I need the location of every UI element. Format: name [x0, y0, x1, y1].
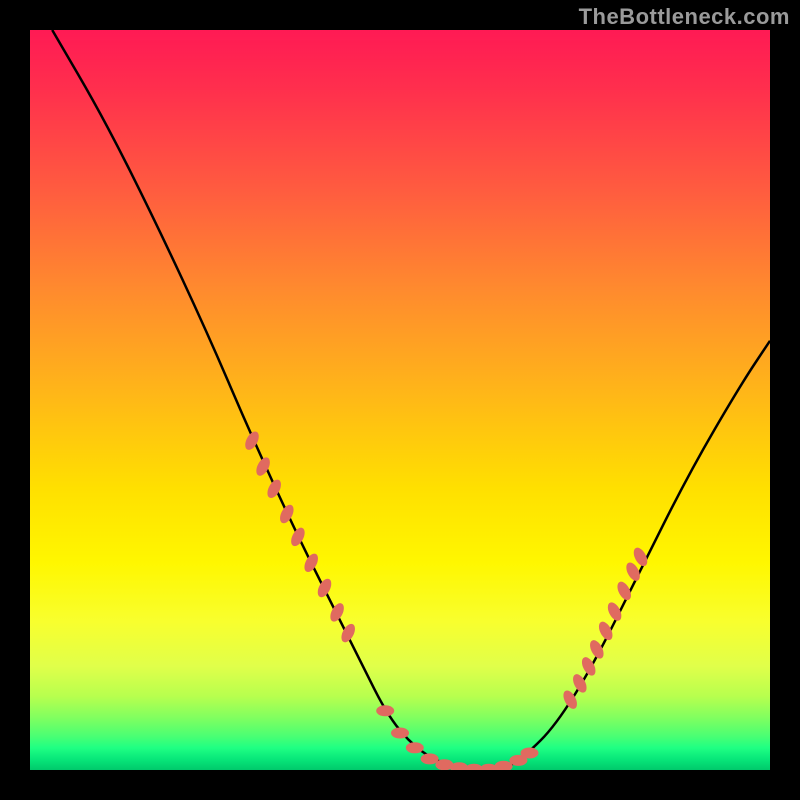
marker-dot [406, 742, 424, 753]
marker-dot [302, 551, 321, 574]
marker-dot [328, 601, 347, 624]
marker-dot [315, 577, 334, 600]
chart-stage: TheBottleneck.com [0, 0, 800, 800]
watermark-text: TheBottleneck.com [579, 4, 790, 30]
marker-dot [277, 503, 296, 526]
marker-dot [376, 705, 394, 716]
curve-svg [30, 30, 770, 770]
marker-cluster-bottom [376, 705, 538, 770]
plot-area [30, 30, 770, 770]
bottleneck-curve [52, 30, 770, 770]
marker-dot [421, 753, 439, 764]
marker-dot [391, 728, 409, 739]
marker-dot [605, 600, 624, 623]
marker-dot [596, 619, 615, 642]
marker-dot [521, 748, 539, 759]
marker-dot [288, 525, 307, 548]
marker-cluster-right [561, 545, 650, 711]
marker-cluster-left [242, 429, 357, 644]
